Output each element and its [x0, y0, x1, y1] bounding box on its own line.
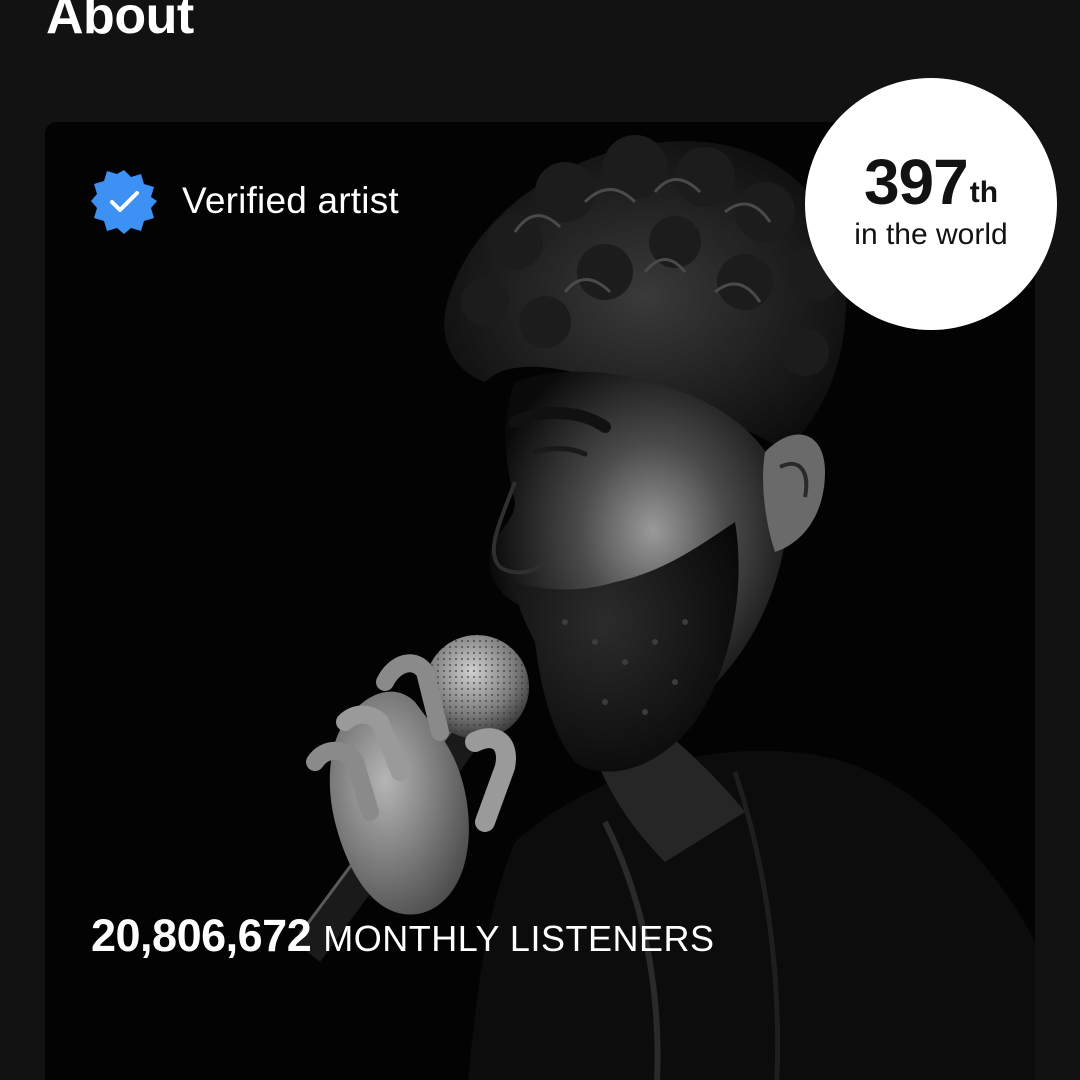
monthly-listeners-count: 20,806,672 — [91, 910, 312, 961]
verified-artist-label: Verified artist — [182, 180, 399, 221]
artist-about-screen: About Verified artist 20,806,672 MONTHLY… — [0, 0, 1080, 1080]
world-rank-suffix: th — [969, 176, 999, 209]
section-title: About — [46, 0, 194, 45]
verified-artist-row: Verified artist — [91, 168, 399, 234]
world-rank-caption: in the world — [854, 218, 1008, 251]
world-rank-number-row: 397 th — [864, 150, 998, 214]
world-rank-badge[interactable]: 397 th in the world — [805, 78, 1057, 330]
verified-badge-icon — [91, 170, 157, 234]
monthly-listeners-label: MONTHLY LISTENERS — [323, 918, 715, 959]
world-rank-number: 397 — [863, 146, 969, 218]
monthly-listeners: 20,806,672 MONTHLY LISTENERS — [91, 910, 714, 962]
